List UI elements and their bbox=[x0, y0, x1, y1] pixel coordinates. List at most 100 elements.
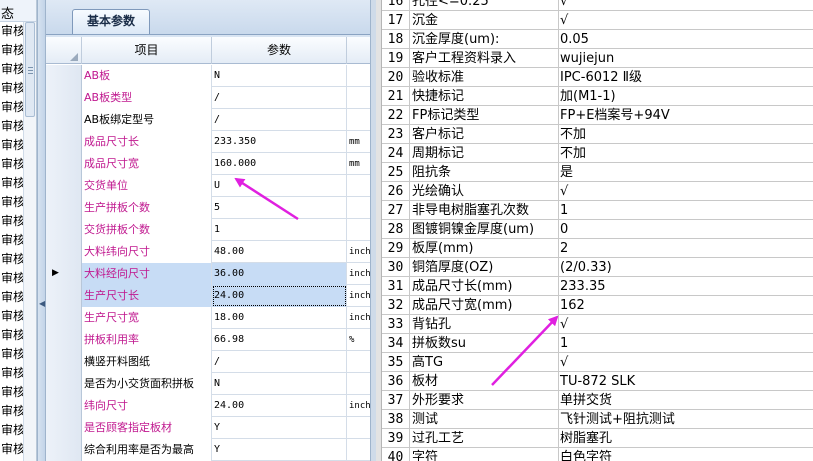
sheet-cell-label[interactable]: 板材 bbox=[410, 372, 559, 391]
sheet-cell-value[interactable]: 是 bbox=[559, 163, 813, 182]
grid-cell-param[interactable]: Y bbox=[212, 417, 347, 439]
sheet-row[interactable]: 19 客户工程资料录入 wujiejun bbox=[382, 49, 813, 68]
sheet-cell-value[interactable]: 加(M1-1) bbox=[559, 87, 813, 106]
grid-cell-param[interactable]: U bbox=[212, 175, 347, 197]
sheet-cell-value[interactable]: 不加 bbox=[559, 125, 813, 144]
sheet-row[interactable]: 39 过孔工艺 树脂塞孔 bbox=[382, 429, 813, 448]
sheet-cell-value[interactable]: √ bbox=[559, 315, 813, 334]
grid-row[interactable]: 横竖开料图纸 / bbox=[46, 351, 370, 373]
sheet-cell-label[interactable]: 高TG bbox=[410, 353, 559, 372]
grid-row[interactable]: 是否为小交货面积拼板 N bbox=[46, 373, 370, 395]
row-header[interactable] bbox=[46, 329, 82, 351]
sheet-cell-value[interactable]: √ bbox=[559, 11, 813, 30]
grid-row[interactable]: 成品尺寸宽 160.000 mm bbox=[46, 153, 370, 175]
grid-cell-param[interactable]: / bbox=[212, 109, 347, 131]
sheet-row[interactable]: 32 成品尺寸宽(mm) 162 bbox=[382, 296, 813, 315]
tree-scroll-thumb[interactable] bbox=[25, 22, 35, 117]
column-header-unit[interactable] bbox=[347, 37, 370, 64]
row-header[interactable] bbox=[46, 131, 82, 153]
sheet-cell-label[interactable]: 周期标记 bbox=[410, 144, 559, 163]
sheet-row[interactable]: 40 字符 白色字符 bbox=[382, 448, 813, 461]
sheet-cell-label[interactable]: 快捷标记 bbox=[410, 87, 559, 106]
row-header[interactable] bbox=[46, 395, 82, 417]
sheet-row[interactable]: 25 阻抗条是 bbox=[382, 163, 813, 182]
sheet-cell-value[interactable]: 233.35 bbox=[559, 277, 813, 296]
grid-cell-param[interactable]: Y bbox=[212, 439, 347, 461]
sheet-cell-value[interactable]: √ bbox=[559, 0, 813, 11]
grid-cell-param[interactable]: 24.00 bbox=[212, 285, 347, 307]
grid-row[interactable]: AB板类型 / bbox=[46, 87, 370, 109]
grid-cell-param[interactable]: / bbox=[212, 351, 347, 373]
sheet-row[interactable]: 24 周期标记 不加 bbox=[382, 144, 813, 163]
row-header[interactable] bbox=[46, 373, 82, 395]
sheet-row[interactable]: 23 客户标记 不加 bbox=[382, 125, 813, 144]
sheet-cell-value[interactable]: √ bbox=[559, 182, 813, 201]
sheet-cell-label[interactable]: 字符 bbox=[410, 448, 559, 461]
row-header[interactable] bbox=[46, 153, 82, 175]
grid-row[interactable]: 交货拼板个数 1 bbox=[46, 219, 370, 241]
sheet-cell-label[interactable]: 测试 bbox=[410, 410, 559, 429]
sheet-cell-label[interactable]: FP标记类型 bbox=[410, 106, 559, 125]
row-header[interactable] bbox=[46, 417, 82, 439]
sheet-cell-value[interactable]: 162 bbox=[559, 296, 813, 315]
sheet-row[interactable]: 30 铜箔厚度(OZ) (2/0.33) bbox=[382, 258, 813, 277]
row-header[interactable] bbox=[46, 65, 82, 87]
sheet-row[interactable]: 28 图镀铜镍金厚度(um) 0 bbox=[382, 220, 813, 239]
row-header[interactable]: ▶ bbox=[46, 263, 82, 285]
sheet-row[interactable]: 35 高TG √ bbox=[382, 353, 813, 372]
sheet-row[interactable]: 29 板厚(mm) 2 bbox=[382, 239, 813, 258]
sheet-cell-value[interactable]: 飞针测试+阻抗测试 bbox=[559, 410, 813, 429]
row-header[interactable] bbox=[46, 219, 82, 241]
sheet-row[interactable]: 18 沉金厚度(um): 0.05 bbox=[382, 30, 813, 49]
column-header-item[interactable]: 项目 bbox=[82, 37, 212, 64]
sheet-row[interactable]: 37 外形要求 单拼交货 bbox=[382, 391, 813, 410]
grid-cell-param[interactable]: 24.00 bbox=[212, 395, 347, 417]
row-header[interactable] bbox=[46, 351, 82, 373]
grid-cell-param[interactable]: 18.00 bbox=[212, 307, 347, 329]
sheet-cell-label[interactable]: 成品尺寸长(mm) bbox=[410, 277, 559, 296]
grid-row[interactable]: 生产拼板个数 5 bbox=[46, 197, 370, 219]
sheet-cell-label[interactable]: 铜箔厚度(OZ) bbox=[410, 258, 559, 277]
grid-row[interactable]: 大料纬向尺寸 48.00 inch bbox=[46, 241, 370, 263]
grid-cell-param[interactable]: N bbox=[212, 65, 347, 87]
grid-cell-param[interactable]: 66.98 bbox=[212, 329, 347, 351]
row-header[interactable] bbox=[46, 87, 82, 109]
grid-row[interactable]: AB板 N bbox=[46, 65, 370, 87]
grid-cell-param[interactable]: 233.350 bbox=[212, 131, 347, 153]
grid-row[interactable]: 是否顾客指定板材 Y bbox=[46, 417, 370, 439]
sheet-row[interactable]: 31 成品尺寸长(mm) 233.35 bbox=[382, 277, 813, 296]
sheet-row[interactable]: 16 孔径<=0.25 √ bbox=[382, 0, 813, 11]
sheet-row[interactable]: 22 FP标记类型 FP+E档案号+94V bbox=[382, 106, 813, 125]
sheet-cell-value[interactable]: 0.05 bbox=[559, 30, 813, 49]
sheet-row[interactable]: 36 板材 TU-872 SLK bbox=[382, 372, 813, 391]
sheet-row[interactable]: 34 拼板数su 1 bbox=[382, 334, 813, 353]
sheet-row[interactable]: 38 测试 飞针测试+阻抗测试 bbox=[382, 410, 813, 429]
grid-row[interactable]: 成品尺寸长 233.350 mm bbox=[46, 131, 370, 153]
grid-cell-param[interactable]: 5 bbox=[212, 197, 347, 219]
sheet-cell-value[interactable]: TU-872 SLK bbox=[559, 372, 813, 391]
sheet-cell-label[interactable]: 孔径<=0.25 bbox=[410, 0, 559, 11]
grid-row[interactable]: AB板绑定型号 / bbox=[46, 109, 370, 131]
panel-splitter[interactable]: ◀ bbox=[37, 0, 46, 461]
row-header[interactable] bbox=[46, 307, 82, 329]
sheet-cell-value[interactable]: 树脂塞孔 bbox=[559, 429, 813, 448]
row-header[interactable] bbox=[46, 285, 82, 307]
column-header-param[interactable]: 参数 bbox=[212, 37, 347, 64]
sheet-cell-value[interactable]: 单拼交货 bbox=[559, 391, 813, 410]
sheet-cell-label[interactable]: 客户工程资料录入 bbox=[410, 49, 559, 68]
row-header[interactable] bbox=[46, 109, 82, 131]
sheet-row[interactable]: 26 光绘确认 √ bbox=[382, 182, 813, 201]
sheet-cell-label[interactable]: 外形要求 bbox=[410, 391, 559, 410]
grid-cell-param[interactable]: / bbox=[212, 87, 347, 109]
row-header[interactable] bbox=[46, 197, 82, 219]
grid-row[interactable]: 交货单位 U bbox=[46, 175, 370, 197]
sheet-cell-label[interactable]: 沉金厚度(um): bbox=[410, 30, 559, 49]
sheet-row[interactable]: 27 非导电树脂塞孔次数 1 bbox=[382, 201, 813, 220]
sheet-cell-value[interactable]: 1 bbox=[559, 201, 813, 220]
grid-cell-param[interactable]: 1 bbox=[212, 219, 347, 241]
sheet-cell-label[interactable]: 背钻孔 bbox=[410, 315, 559, 334]
grid-row[interactable]: 纬向尺寸 24.00 inch bbox=[46, 395, 370, 417]
grid-corner[interactable] bbox=[46, 37, 82, 64]
sheet-cell-label[interactable]: 过孔工艺 bbox=[410, 429, 559, 448]
sheet-row[interactable]: 20 验收标准 IPC-6012 Ⅱ级 bbox=[382, 68, 813, 87]
